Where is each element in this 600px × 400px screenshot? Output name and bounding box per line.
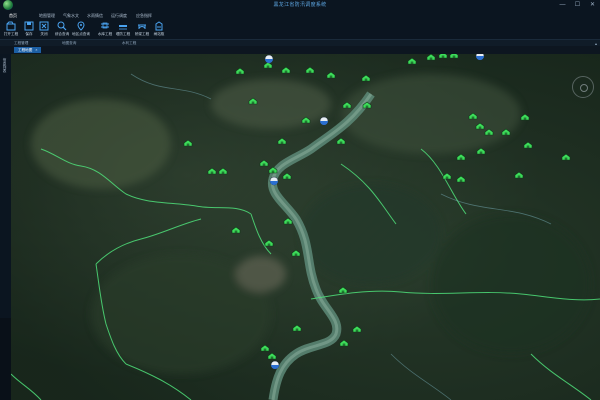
layer-tab-bar: 工程地图 × xyxy=(0,46,600,54)
toolbar-tool-8[interactable]: 闸站枢 xyxy=(150,20,168,39)
hydro-station-marker-icon[interactable] xyxy=(270,360,280,370)
side-tab-info-list[interactable]: 信息列表 xyxy=(2,58,8,72)
hydro-station-marker-icon[interactable] xyxy=(264,54,274,64)
window-controls: — ☐ ✕ xyxy=(558,1,597,9)
satellite-map[interactable] xyxy=(11,54,600,400)
menu-bar: 首页 地图管理 气象水文 水雨情信 运行调度 应急指挥 xyxy=(0,11,600,21)
tab-project-map[interactable]: 工程地图 × xyxy=(14,47,42,53)
reservoir-marker-icon[interactable] xyxy=(438,54,448,59)
toolbar: 打开工程 保存 关闭 综合查询 地区点查询 水库工程 堤防工程 桥梁工程 闸站枢 xyxy=(0,20,600,39)
close-button[interactable]: ✕ xyxy=(588,1,597,9)
reservoir-icon xyxy=(101,22,109,29)
minimize-button[interactable]: — xyxy=(558,1,567,9)
tab-close-icon[interactable]: × xyxy=(35,48,37,52)
search-icon xyxy=(57,21,67,31)
menu-item-2[interactable]: 气象水文 xyxy=(60,11,82,20)
app-title: 黑龙江省防汛调度系统 xyxy=(273,2,327,8)
side-panel: 信息列表 xyxy=(0,54,11,318)
hydro-station-marker-icon[interactable] xyxy=(475,54,485,61)
maximize-button[interactable]: ☐ xyxy=(573,1,582,9)
map-navigation-compass[interactable] xyxy=(572,76,594,98)
title-bar: 黑龙江省防汛调度系统 — ☐ ✕ xyxy=(0,0,600,11)
dike-icon xyxy=(119,25,127,30)
menu-item-4[interactable]: 运行调度 xyxy=(108,11,130,20)
close-project-icon xyxy=(39,21,49,31)
map-view[interactable] xyxy=(11,54,600,400)
tab-project-map-label: 工程地图 xyxy=(18,48,33,52)
menu-item-3[interactable]: 水雨情信 xyxy=(84,11,106,20)
hydro-station-marker-icon[interactable] xyxy=(319,116,329,126)
location-pin-icon xyxy=(77,21,85,31)
menu-item-1[interactable]: 地图管理 xyxy=(36,11,58,20)
save-icon xyxy=(24,21,34,31)
toolbar-tool-4[interactable]: 地区点查询 xyxy=(72,20,90,39)
hydro-station-marker-icon[interactable] xyxy=(269,176,279,186)
sluice-icon xyxy=(155,21,163,31)
toolbar-tool-label: 地区点查询 xyxy=(72,32,90,36)
bridge-icon xyxy=(138,24,146,29)
toolbar-tool-label: 闸站枢 xyxy=(153,32,165,36)
open-project-icon xyxy=(6,21,16,31)
menu-item-5[interactable]: 应急指挥 xyxy=(133,11,155,20)
reservoir-marker-icon[interactable] xyxy=(449,54,459,59)
side-panel-lower xyxy=(0,318,11,400)
